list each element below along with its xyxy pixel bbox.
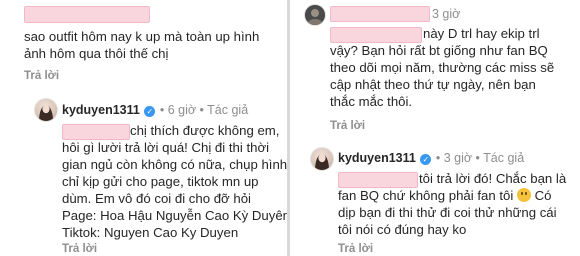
avatar-photo-icon	[39, 104, 53, 121]
comment-line: ảnh hôm qua thôi thế chị	[24, 46, 169, 61]
left-comment-panel: sao outfit hôm nay k up mà toàn up hình …	[0, 0, 287, 256]
verified-badge-icon: ✓	[420, 154, 432, 165]
comment-line: Tiktok: Nguyen Cao Ky Duyen	[62, 225, 239, 240]
comment-line: theo dõi mọi năm, thường các miss sẽ	[330, 60, 555, 75]
meta-separator: •	[475, 151, 480, 165]
avatar[interactable]	[304, 4, 326, 26]
comment-line: chị thích được không em,	[130, 123, 280, 138]
comment-line: gian ngủ còn không có nữa, chụp hình	[62, 157, 287, 172]
reply-button[interactable]: Trả lời	[62, 243, 97, 255]
comment-meta: kyduyen1311 ✓ • 3 giờ • Tác giả	[338, 151, 524, 165]
author-tag: Tác giả	[483, 151, 525, 165]
reply-button[interactable]: Trả lời	[330, 120, 365, 132]
comment-line: cập nhật theo thứ tự ngày, nên bạn	[330, 77, 536, 92]
comment-meta: kyduyen1311 ✓ • 6 giờ • Tác giả	[62, 103, 248, 117]
avatar[interactable]	[34, 98, 58, 122]
redacted-username	[24, 6, 150, 23]
comment-line: dịp bạn đi thi thử đi coi thử những cái	[338, 205, 557, 220]
avatar[interactable]	[310, 147, 334, 171]
comment-line: thắc mắc thôi.	[330, 94, 413, 109]
username[interactable]: kyduyen1311	[338, 151, 416, 165]
redacted-mention	[62, 124, 130, 140]
comment-line: tôi trả lời đó! Chắc bạn là	[419, 171, 567, 186]
avatar-photo-icon	[305, 5, 325, 25]
meta-separator: •	[435, 151, 441, 165]
avatar-photo-icon	[315, 153, 329, 170]
comment-line: dùm. Em vô đó coi đi cho đỡ hỏi	[62, 191, 251, 206]
comment-line: chỉ kịp gửi cho page, tiktok mn up	[62, 174, 259, 189]
reply-button[interactable]: Trả lời	[338, 243, 373, 255]
comment-line: fan BQ chứ không phải fan tôi Có	[338, 188, 551, 205]
redacted-username	[330, 6, 430, 22]
username[interactable]: kyduyen1311	[62, 103, 140, 117]
right-comment-panel: 3 giờ này D trl hay ekip trl vậy? Bạn hỏ…	[290, 0, 580, 256]
smiling-face-emoji-icon	[516, 188, 531, 202]
author-tag: Tác giả	[207, 103, 249, 117]
comment-time: 3 giờ	[443, 151, 473, 165]
comment-line: hôi gì lười trả lời quá! Chị đi thi thời	[62, 140, 270, 155]
comment-line: tôi nói có đúng hay ko	[338, 222, 467, 237]
comment-line: sao outfit hôm nay k up mà toàn up hình	[24, 29, 260, 44]
redacted-mention	[330, 27, 422, 43]
comment-time: 3 giờ	[432, 7, 461, 21]
reply-button[interactable]: Trả lời	[24, 70, 59, 82]
comment-line: vậy? Bạn hỏi rất bt giống như fan BQ	[330, 43, 548, 58]
comment-line: Page: Hoa Hậu Nguyễn Cao Kỳ Duyên	[62, 208, 287, 223]
comment-text: fan BQ chứ không phải fan tôi	[338, 188, 514, 203]
meta-separator: •	[159, 103, 165, 117]
comment-text: Có	[534, 188, 552, 203]
comment-time: 6 giờ	[167, 103, 197, 117]
verified-badge-icon: ✓	[144, 106, 156, 117]
comment-line: này D trl hay ekip trl	[423, 26, 540, 41]
meta-separator: •	[199, 103, 204, 117]
redacted-mention	[338, 172, 418, 188]
